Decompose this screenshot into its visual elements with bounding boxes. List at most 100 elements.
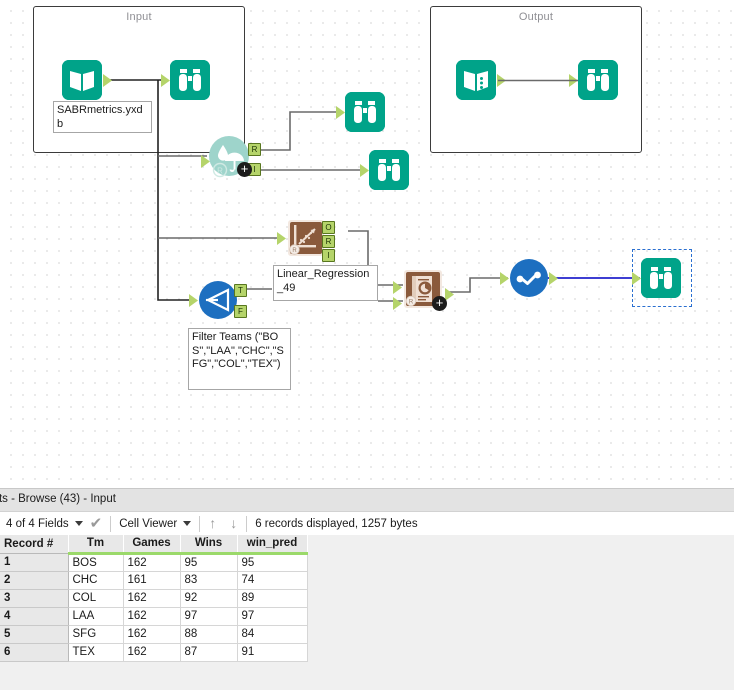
cell-record: 5 <box>0 625 69 644</box>
cell-tm[interactable]: LAA <box>68 607 124 626</box>
cell-wins[interactable]: 97 <box>180 607 238 626</box>
output-port-r[interactable]: R <box>248 143 261 156</box>
cell-games[interactable]: 162 <box>123 625 181 644</box>
browse-tool-i[interactable] <box>360 150 409 190</box>
results-table-body: 1 BOS 162 95 95 2 CHC 161 83 74 3 COL 16… <box>0 553 308 662</box>
input-port[interactable] <box>360 164 369 177</box>
linear-regression-tool[interactable]: R O R I <box>277 218 335 262</box>
toolbar-divider <box>110 515 112 532</box>
table-row[interactable]: 3 COL 162 92 89 <box>0 589 308 608</box>
filter-tool[interactable]: T F <box>189 280 247 320</box>
fields-selector[interactable]: 4 of 4 Fields ✔ <box>0 512 108 535</box>
cell-games[interactable]: 161 <box>123 571 181 590</box>
data-cleansing-tool[interactable]: R R I + <box>201 135 261 178</box>
binoculars-icon <box>369 150 409 190</box>
cell-win-pred[interactable]: 89 <box>237 589 308 608</box>
table-header-row: Record # Tm Games Wins win_pred <box>0 535 308 555</box>
column-header-tm[interactable]: Tm <box>68 535 124 555</box>
scatter-trend-icon: R <box>286 218 326 263</box>
cell-record: 6 <box>0 643 69 662</box>
chevron-down-icon[interactable] <box>74 521 83 526</box>
select-tool[interactable] <box>500 258 558 298</box>
cell-record: 4 <box>0 607 69 626</box>
results-pane-header[interactable]: ults - Browse (43) - Input <box>0 489 734 512</box>
wire-output-to-browse <box>498 79 578 82</box>
cell-wins[interactable]: 92 <box>180 589 238 608</box>
input-port[interactable] <box>336 106 345 119</box>
cell-viewer-label: Cell Viewer <box>119 517 178 530</box>
input-port[interactable] <box>277 232 286 245</box>
input-port-model[interactable] <box>393 281 402 294</box>
cell-win-pred[interactable]: 97 <box>237 607 308 626</box>
cell-wins[interactable]: 88 <box>180 625 238 644</box>
scroll-down-button[interactable]: ↓ <box>223 516 244 531</box>
cell-viewer-selector[interactable]: Cell Viewer <box>113 512 197 535</box>
cell-win-pred[interactable]: 91 <box>237 643 308 662</box>
binoculars-icon <box>345 92 385 132</box>
browse-tool-final[interactable] <box>632 258 681 298</box>
input-port[interactable] <box>189 294 198 307</box>
container-title-input: Input <box>126 11 152 23</box>
alteryx-designer-window: Input Output SABRmetrics.yxdb R R I + R … <box>0 0 734 690</box>
input-port[interactable] <box>500 272 509 285</box>
output-port[interactable] <box>445 288 454 301</box>
table-row[interactable]: 6 TEX 162 87 91 <box>0 643 308 662</box>
table-row[interactable]: 5 SFG 162 88 84 <box>0 625 308 644</box>
cell-tm[interactable]: BOS <box>68 553 124 572</box>
cell-win-pred[interactable]: 84 <box>237 625 308 644</box>
cell-record: 1 <box>0 553 69 572</box>
input-data-tool[interactable] <box>62 60 112 100</box>
browse-tool-input[interactable] <box>161 60 210 100</box>
column-header-record[interactable]: Record # <box>0 535 69 554</box>
cell-win-pred[interactable]: 95 <box>237 553 308 572</box>
scroll-up-button[interactable]: ↑ <box>202 516 223 531</box>
svg-text:R: R <box>292 248 297 254</box>
fields-label: 4 of 4 Fields <box>6 517 69 530</box>
cell-games[interactable]: 162 <box>123 589 181 608</box>
results-toolbar[interactable]: 4 of 4 Fields ✔ Cell Viewer ↑ ↓ 6 record… <box>0 512 734 536</box>
column-header-win-pred[interactable]: win_pred <box>237 535 308 555</box>
output-port-true[interactable]: T <box>234 284 247 297</box>
output-port-o[interactable]: O <box>322 221 335 234</box>
check-icon[interactable]: ✔ <box>90 516 103 531</box>
output-port[interactable] <box>549 272 558 285</box>
browse-tool-r[interactable] <box>336 92 385 132</box>
svg-text:R: R <box>217 166 223 175</box>
output-port-r[interactable]: R <box>322 235 335 248</box>
results-title: ults - Browse (43) - Input <box>0 493 116 505</box>
cell-wins[interactable]: 83 <box>180 571 238 590</box>
column-header-games[interactable]: Games <box>123 535 181 555</box>
add-connection-badge[interactable]: + <box>237 162 252 177</box>
chevron-down-icon[interactable] <box>183 521 192 526</box>
cell-wins[interactable]: 95 <box>180 553 238 572</box>
results-pane: ults - Browse (43) - Input 4 of 4 Fields… <box>0 488 734 690</box>
container-title-output: Output <box>518 11 554 23</box>
binoculars-icon <box>170 60 210 100</box>
output-port-i[interactable]: I <box>322 249 335 262</box>
book-icon <box>62 60 102 100</box>
cell-games[interactable]: 162 <box>123 607 181 626</box>
input-port-data[interactable] <box>393 297 402 310</box>
workflow-canvas[interactable]: Input Output SABRmetrics.yxdb R R I + R … <box>0 0 734 488</box>
table-row[interactable]: 2 CHC 161 83 74 <box>0 571 308 590</box>
cell-record: 3 <box>0 589 69 608</box>
add-connection-badge[interactable]: + <box>432 296 447 311</box>
cell-record: 2 <box>0 571 69 590</box>
cell-games[interactable]: 162 <box>123 643 181 662</box>
cell-games[interactable]: 162 <box>123 553 181 572</box>
cell-tm[interactable]: COL <box>68 589 124 608</box>
score-tool[interactable]: R + <box>393 268 454 311</box>
cell-win-pred[interactable]: 74 <box>237 571 308 590</box>
column-header-wins[interactable]: Wins <box>180 535 238 555</box>
table-row[interactable]: 1 BOS 162 95 95 <box>0 553 308 572</box>
cell-wins[interactable]: 87 <box>180 643 238 662</box>
annotation-linear-regression: Linear_Regression_49 <box>273 265 378 301</box>
table-row[interactable]: 4 LAA 162 97 97 <box>0 607 308 626</box>
cell-tm[interactable]: TEX <box>68 643 124 662</box>
cell-tm[interactable]: CHC <box>68 571 124 590</box>
cell-tm[interactable]: SFG <box>68 625 124 644</box>
select-check-icon <box>509 258 549 303</box>
output-port-false[interactable]: F <box>234 305 247 318</box>
results-grid-container[interactable]: Record # Tm Games Wins win_pred 1 BOS 16… <box>0 535 734 690</box>
results-table[interactable]: Record # Tm Games Wins win_pred 1 BOS 16… <box>0 535 308 662</box>
